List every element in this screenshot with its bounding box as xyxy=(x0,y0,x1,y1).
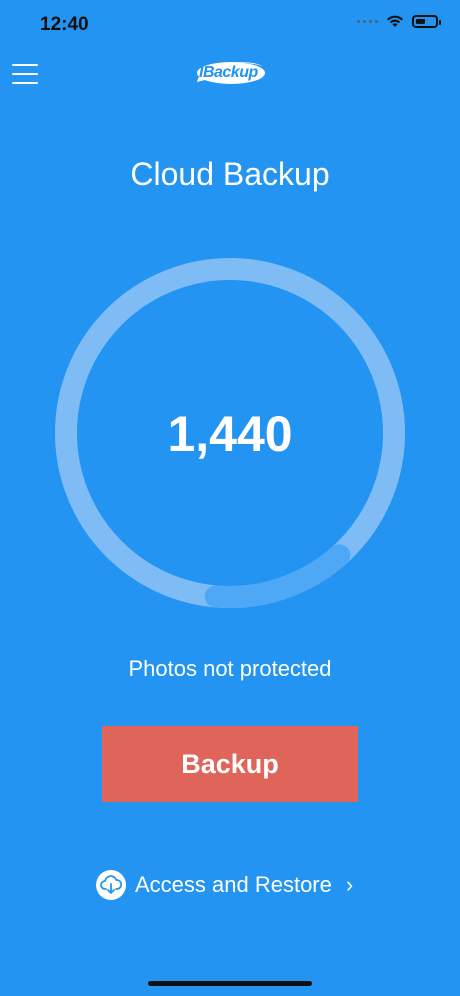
logo-text: IBackup xyxy=(199,64,258,81)
ring-progress xyxy=(204,544,351,608)
status-icons xyxy=(357,15,441,28)
wifi-icon xyxy=(387,15,403,27)
home-indicator xyxy=(148,981,312,986)
restore-label: Access and Restore xyxy=(135,872,332,897)
battery-icon xyxy=(412,15,441,28)
cloud-download-icon xyxy=(96,870,126,900)
status-time: 12:40 xyxy=(40,14,89,35)
backup-button[interactable]: Backup xyxy=(102,726,358,802)
ibackup-logo: IBackup xyxy=(193,56,269,90)
access-and-restore-link[interactable]: Access and Restore › xyxy=(96,868,353,902)
page-title: Cloud Backup xyxy=(130,156,330,192)
status-bar: 12:40 xyxy=(0,0,460,50)
photo-count: 1,440 xyxy=(167,406,293,462)
hamburger-menu-icon[interactable] xyxy=(12,64,38,86)
chevron-right-icon: › xyxy=(345,872,354,897)
signal-icon xyxy=(357,20,378,23)
status-text: Photos not protected xyxy=(128,656,332,681)
